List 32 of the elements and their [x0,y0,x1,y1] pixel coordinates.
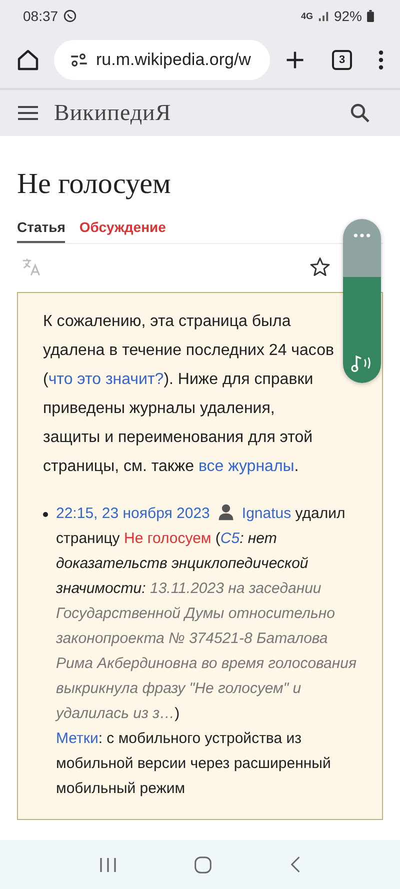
menu-icon[interactable] [18,105,38,121]
log-link[interactable]: 22:15, 23 ноября 2023 [56,505,210,522]
signal-icon [318,10,329,22]
home-icon[interactable] [16,48,40,72]
battery-icon [367,10,374,22]
log-link[interactable]: Ignatus [242,505,292,522]
site-logo[interactable]: ВикипедиЯ [54,100,172,126]
address-bar[interactable]: ru.m.wikipedia.org/w [54,40,270,80]
battery-level: 92% [334,8,362,24]
star-icon[interactable] [309,256,331,278]
reason-link[interactable]: С5 [220,530,240,547]
floating-reader-panel[interactable] [343,219,381,383]
tab-count[interactable]: 3 [332,50,352,70]
log-entry: 22:15, 23 ноября 2023 Ignatus удалил страницу Не голосуем (С5: нет доказательств энциклопедической значимости: 13.11.2023 на заседании Государственной Думы относительно законопроекта № 374521-8 Баталова Рима Акбердиновна во время голосования выкрикнула фразу "Не голосуем" и удалилась из з…) Метки: с мобильного устройства из мобильной версии через расширенный мобильный режим [56,502,358,799]
page-tab[interactable]: Статья [17,219,66,243]
notice-link[interactable]: все журналы [198,458,294,475]
page-tab[interactable]: Обсуждение [79,219,166,243]
status-time: 08:37 [23,8,58,24]
log-link[interactable]: Метки [56,730,98,747]
notice-link[interactable]: что это значит? [48,371,164,388]
chat-icon [63,9,78,23]
page-link[interactable]: Не голосуем [124,530,212,547]
more-icon[interactable] [378,49,384,71]
network-label: 4G [300,11,313,21]
back-icon[interactable] [290,856,302,873]
bullet-icon [43,512,48,517]
search-icon[interactable] [350,103,370,123]
notice-text: К сожалению, эта страница была удалена в течение последних 24 часов (что это значит?). Ниже для справки приведены журналы удаления, защиты и переименования для этой страницы, см. также все журналы. [43,312,335,477]
new-tab-icon[interactable] [284,49,306,71]
recent-apps-icon[interactable] [98,856,117,872]
page-title: Не голосуем [17,168,172,201]
site-settings-icon[interactable] [70,53,88,67]
